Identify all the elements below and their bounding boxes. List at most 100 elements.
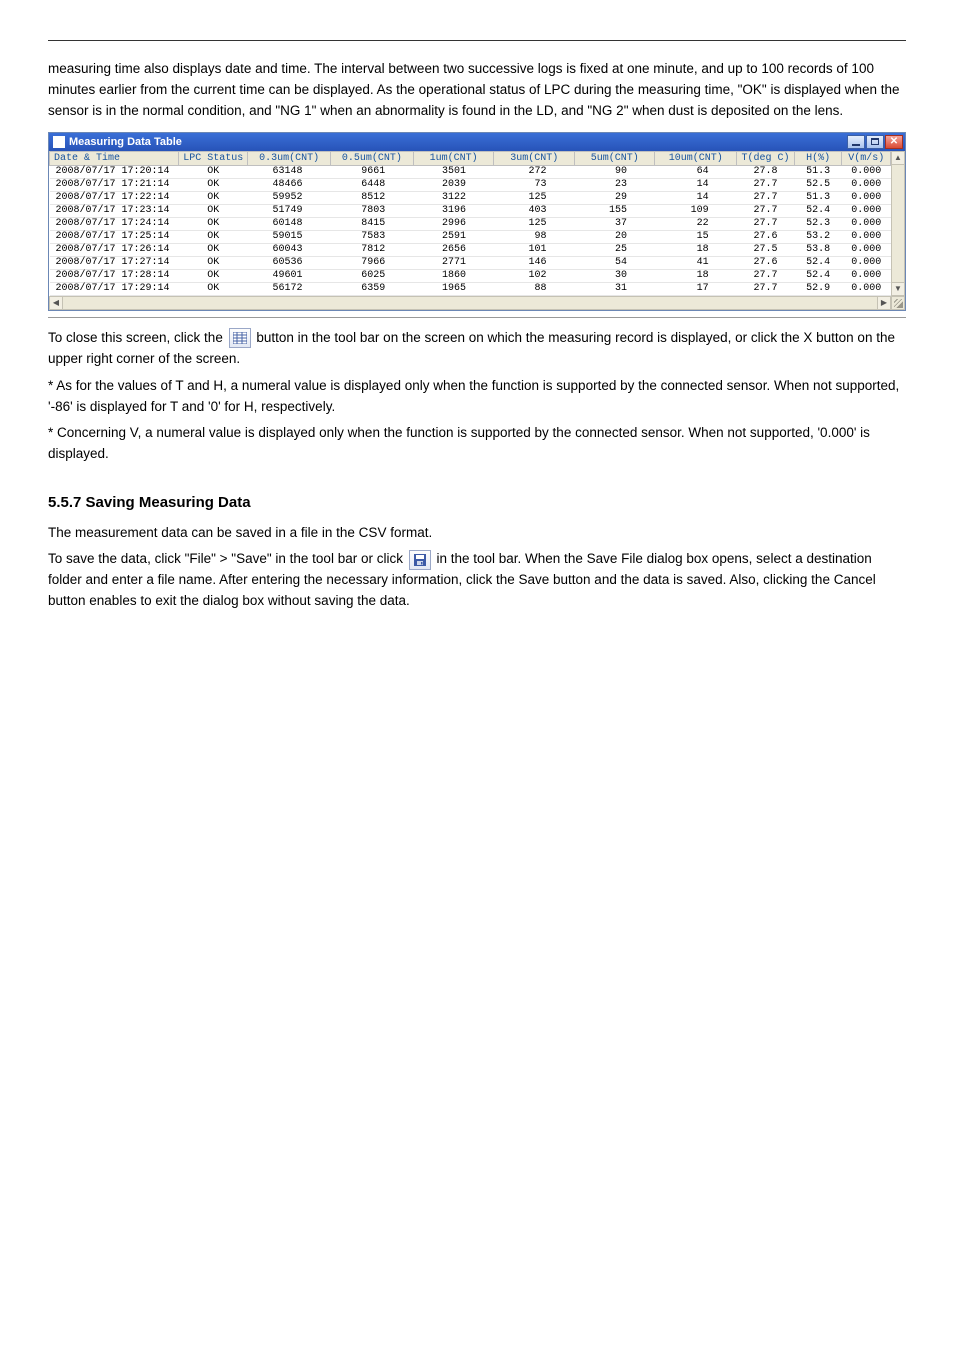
cell-3um: 146 (494, 256, 575, 269)
cell-velocity: 0.000 (842, 191, 891, 204)
cell-1um: 2591 (413, 230, 494, 243)
table-row[interactable]: 2008/07/17 17:28:14OK4960160251860102301… (50, 269, 905, 282)
col-header[interactable]: Date & Time (50, 151, 179, 165)
cell-03um: 63148 (248, 165, 331, 178)
cell-humidity: 52.4 (794, 204, 841, 217)
cell-10um: 109 (655, 204, 737, 217)
cell-velocity: 0.000 (842, 243, 891, 256)
col-header[interactable]: 0.5um(CNT) (331, 151, 414, 165)
cell-05um: 9661 (331, 165, 414, 178)
table-row[interactable]: 2008/07/17 17:29:14OK5617263591965883117… (50, 282, 905, 295)
scroll-track[interactable] (892, 165, 904, 282)
cell-1um: 3196 (413, 204, 494, 217)
cell-datetime: 2008/07/17 17:25:14 (50, 230, 179, 243)
cell-10um: 64 (655, 165, 737, 178)
cell-03um: 48466 (248, 178, 331, 191)
cell-status: OK (179, 256, 248, 269)
cell-3um: 272 (494, 165, 575, 178)
cell-03um: 49601 (248, 269, 331, 282)
cell-temp: 27.5 (737, 243, 795, 256)
cell-velocity: 0.000 (842, 230, 891, 243)
cell-3um: 125 (494, 217, 575, 230)
cell-10um: 14 (655, 191, 737, 204)
col-header[interactable]: LPC Status (179, 151, 248, 165)
cell-temp: 27.7 (737, 178, 795, 191)
scroll-left-arrow[interactable]: ◀ (50, 297, 63, 309)
table-row[interactable]: 2008/07/17 17:23:14OK5174978033196403155… (50, 204, 905, 217)
col-header[interactable]: 1um(CNT) (413, 151, 494, 165)
table-row[interactable]: 2008/07/17 17:21:14OK4846664482039732314… (50, 178, 905, 191)
cell-05um: 7812 (331, 243, 414, 256)
col-header[interactable]: 3um(CNT) (494, 151, 575, 165)
cell-datetime: 2008/07/17 17:23:14 (50, 204, 179, 217)
cell-1um: 1965 (413, 282, 494, 295)
cell-velocity: 0.000 (842, 256, 891, 269)
cell-5um: 29 (574, 191, 655, 204)
cell-humidity: 52.9 (794, 282, 841, 295)
cell-datetime: 2008/07/17 17:21:14 (50, 178, 179, 191)
col-header[interactable]: 0.3um(CNT) (248, 151, 331, 165)
cell-3um: 98 (494, 230, 575, 243)
cell-humidity: 52.3 (794, 217, 841, 230)
cell-humidity: 52.5 (794, 178, 841, 191)
cell-05um: 7803 (331, 204, 414, 217)
col-header[interactable]: V(m/s) (842, 151, 891, 165)
cell-10um: 18 (655, 243, 737, 256)
close-instruction-prefix: To close this screen, click the (48, 330, 227, 345)
cell-humidity: 51.3 (794, 191, 841, 204)
cell-datetime: 2008/07/17 17:24:14 (50, 217, 179, 230)
scroll-track[interactable] (63, 297, 877, 309)
cell-status: OK (179, 178, 248, 191)
table-row[interactable]: 2008/07/17 17:26:14OK6004378122656101251… (50, 243, 905, 256)
table-row[interactable]: 2008/07/17 17:20:14OK6314896613501272906… (50, 165, 905, 178)
cell-10um: 17 (655, 282, 737, 295)
window-titlebar[interactable]: Measuring Data Table ✕ (49, 133, 905, 151)
intro-paragraph: measuring time also displays date and ti… (48, 59, 906, 122)
cell-datetime: 2008/07/17 17:27:14 (50, 256, 179, 269)
vertical-scrollbar[interactable]: ▲ ▼ (891, 151, 905, 296)
window-app-icon (53, 136, 65, 148)
cell-1um: 2771 (413, 256, 494, 269)
cell-humidity: 53.2 (794, 230, 841, 243)
cell-5um: 90 (574, 165, 655, 178)
cell-5um: 25 (574, 243, 655, 256)
cell-05um: 6359 (331, 282, 414, 295)
table-row[interactable]: 2008/07/17 17:24:14OK6014884152996125372… (50, 217, 905, 230)
table-row[interactable]: 2008/07/17 17:22:14OK5995285123122125291… (50, 191, 905, 204)
table-row[interactable]: 2008/07/17 17:27:14OK6053679662771146544… (50, 256, 905, 269)
cell-velocity: 0.000 (842, 178, 891, 191)
col-header[interactable]: T(deg C) (737, 151, 795, 165)
cell-datetime: 2008/07/17 17:29:14 (50, 282, 179, 295)
cell-humidity: 53.8 (794, 243, 841, 256)
close-button[interactable]: ✕ (885, 135, 903, 149)
cell-10um: 18 (655, 269, 737, 282)
page-rule-top (48, 40, 906, 41)
cell-1um: 2039 (413, 178, 494, 191)
table-toolbar-icon (229, 328, 251, 348)
cell-5um: 54 (574, 256, 655, 269)
section-heading-save: 5.5.7 Saving Measuring Data (48, 491, 906, 514)
minimize-button[interactable] (847, 135, 865, 149)
close-instruction-paragraph: To close this screen, click the button i… (48, 328, 906, 370)
horizontal-scrollbar[interactable]: ◀ ▶ (49, 296, 891, 310)
scroll-up-arrow[interactable]: ▲ (892, 152, 904, 165)
col-header[interactable]: H(%) (794, 151, 841, 165)
col-header[interactable]: 5um(CNT) (574, 151, 655, 165)
cell-03um: 56172 (248, 282, 331, 295)
cell-status: OK (179, 230, 248, 243)
cell-temp: 27.6 (737, 256, 795, 269)
scroll-down-arrow[interactable]: ▼ (892, 282, 904, 295)
cell-temp: 27.7 (737, 282, 795, 295)
scroll-right-arrow[interactable]: ▶ (877, 297, 890, 309)
resize-grip[interactable] (891, 296, 905, 310)
cell-05um: 6025 (331, 269, 414, 282)
cell-10um: 14 (655, 178, 737, 191)
cell-3um: 73 (494, 178, 575, 191)
table-row[interactable]: 2008/07/17 17:25:14OK5901575832591982015… (50, 230, 905, 243)
maximize-button[interactable] (866, 135, 884, 149)
col-header[interactable]: 10um(CNT) (655, 151, 737, 165)
data-table: Date & Time LPC Status 0.3um(CNT) 0.5um(… (49, 151, 905, 296)
cell-temp: 27.8 (737, 165, 795, 178)
cell-03um: 60043 (248, 243, 331, 256)
cell-05um: 8415 (331, 217, 414, 230)
